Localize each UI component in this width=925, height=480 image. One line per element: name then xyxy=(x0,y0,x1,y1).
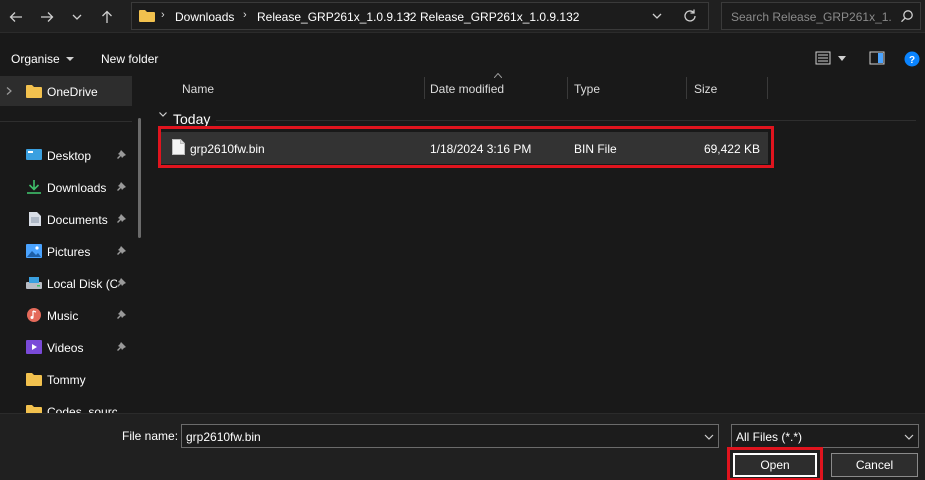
pin-icon xyxy=(117,150,126,159)
videos-icon xyxy=(26,340,42,354)
download-icon xyxy=(27,180,41,194)
svg-text:?: ? xyxy=(909,55,915,66)
pin-icon xyxy=(117,182,126,191)
refresh-icon[interactable] xyxy=(682,8,698,24)
chevron-down-icon xyxy=(72,14,82,20)
search-input[interactable]: Search Release_GRP261x_1.... xyxy=(721,2,921,30)
pictures-icon xyxy=(26,244,42,258)
group-header-today[interactable]: Today xyxy=(173,111,210,127)
search-placeholder: Search Release_GRP261x_1.... xyxy=(731,10,891,24)
column-header-label: Size xyxy=(694,82,718,96)
search-icon xyxy=(901,10,913,23)
sidebar-item-local-disk[interactable]: Local Disk (C xyxy=(0,268,132,298)
navigation-pane: OneDrive Desktop Downloads Documents Pic… xyxy=(0,73,144,413)
arrow-left-icon xyxy=(9,12,22,22)
highlight-box xyxy=(158,126,774,168)
sidebar-item-label: Local Disk (C xyxy=(47,277,117,291)
music-icon xyxy=(27,308,41,322)
dialog-footer: File name: grp2610fw.bin All Files (*.*)… xyxy=(0,413,925,480)
column-header-date[interactable]: Date modified xyxy=(425,73,567,101)
sidebar-item-label: Tommy xyxy=(47,373,86,387)
column-header-label: Date modified xyxy=(430,82,505,96)
sidebar-item-desktop[interactable]: Desktop xyxy=(0,140,132,170)
breadcrumb-release-2[interactable]: Release_GRP261x_1.0.9.132 xyxy=(420,10,579,24)
column-header-type[interactable]: Type xyxy=(568,73,686,101)
folder-icon xyxy=(26,405,42,413)
sidebar-item-onedrive[interactable]: OneDrive xyxy=(0,76,132,106)
sidebar-item-label: Music xyxy=(47,309,79,323)
address-bar[interactable]: › Downloads › Release_GRP261x_1.0.9.132 … xyxy=(131,2,709,30)
arrow-up-icon xyxy=(102,10,112,23)
column-header-label: Name xyxy=(182,82,215,96)
toolbar: Organise New folder ? xyxy=(0,45,925,73)
sidebar-item-label: Desktop xyxy=(47,149,92,163)
sidebar-item-label: Videos xyxy=(47,341,84,355)
breadcrumb-release-1[interactable]: Release_GRP261x_1.0.9.132 xyxy=(257,10,416,24)
chevron-right-icon: › xyxy=(407,9,411,21)
pin-icon xyxy=(117,214,126,223)
new-folder-button[interactable]: New folder xyxy=(101,52,158,66)
chevron-down-icon[interactable] xyxy=(704,433,714,441)
pin-icon xyxy=(117,246,126,255)
chevron-right-icon: › xyxy=(161,9,165,21)
arrow-right-icon xyxy=(41,12,54,22)
address-row: › Downloads › Release_GRP261x_1.0.9.132 … xyxy=(0,0,925,33)
breadcrumb-downloads[interactable]: Downloads xyxy=(175,10,234,24)
help-icon[interactable]: ? xyxy=(904,51,920,67)
disk-icon xyxy=(26,277,42,289)
sidebar-item-label: Downloads xyxy=(47,181,107,195)
pin-icon xyxy=(117,342,126,351)
column-divider[interactable] xyxy=(767,77,768,99)
column-header-size[interactable]: Size xyxy=(687,73,767,101)
caret-down-icon[interactable] xyxy=(838,56,846,61)
view-details-icon[interactable] xyxy=(815,51,831,65)
filetype-select[interactable]: All Files (*.*) xyxy=(731,424,919,448)
sidebar-item-label: Codes_source xyxy=(47,405,117,413)
sidebar-item-label: OneDrive xyxy=(47,85,98,99)
chevron-right-icon[interactable] xyxy=(5,87,13,95)
sidebar-item-downloads[interactable]: Downloads xyxy=(0,172,132,202)
sidebar-scrollbar[interactable] xyxy=(138,118,141,238)
sidebar-item-label: Documents xyxy=(47,213,108,227)
recent-locations-button[interactable] xyxy=(66,6,88,28)
pin-icon xyxy=(117,310,126,319)
pin-icon xyxy=(117,278,126,287)
desktop-icon xyxy=(26,149,42,160)
chevron-down-icon[interactable] xyxy=(158,109,168,119)
back-button[interactable] xyxy=(5,6,27,28)
sidebar-item-pictures[interactable]: Pictures xyxy=(0,236,132,266)
sidebar-item-documents[interactable]: Documents xyxy=(0,204,132,234)
divider xyxy=(0,121,132,122)
sidebar-item-videos[interactable]: Videos xyxy=(0,332,132,362)
file-list: Name Date modified Type Size Today grp26… xyxy=(152,73,925,413)
sidebar-item-codes-source[interactable]: Codes_source xyxy=(0,396,132,413)
filename-label: File name: xyxy=(122,429,179,443)
folder-icon xyxy=(26,85,42,98)
open-button[interactable]: Open xyxy=(733,453,817,477)
sidebar-item-tommy[interactable]: Tommy xyxy=(0,364,132,394)
group-divider xyxy=(216,120,916,121)
preview-pane-icon[interactable] xyxy=(869,51,885,65)
up-button[interactable] xyxy=(96,6,118,28)
chevron-down-icon[interactable] xyxy=(650,9,664,23)
column-header-name[interactable]: Name xyxy=(172,73,424,101)
chevron-right-icon: › xyxy=(243,9,247,21)
sidebar-item-music[interactable]: Music xyxy=(0,300,132,330)
folder-icon xyxy=(26,373,42,386)
filetype-value: All Files (*.*) xyxy=(736,430,803,444)
cancel-button[interactable]: Cancel xyxy=(831,453,918,477)
organise-label: Organise xyxy=(11,52,60,66)
filename-value: grp2610fw.bin xyxy=(186,430,261,444)
documents-icon xyxy=(29,212,41,226)
sidebar-item-label: Pictures xyxy=(47,245,91,259)
folder-icon xyxy=(139,10,155,22)
forward-button[interactable] xyxy=(36,6,58,28)
organise-button[interactable]: Organise xyxy=(11,52,74,66)
chevron-down-icon xyxy=(904,434,914,440)
column-header-label: Type xyxy=(574,82,601,96)
filename-field[interactable]: grp2610fw.bin xyxy=(181,424,719,448)
caret-down-icon xyxy=(65,57,74,61)
